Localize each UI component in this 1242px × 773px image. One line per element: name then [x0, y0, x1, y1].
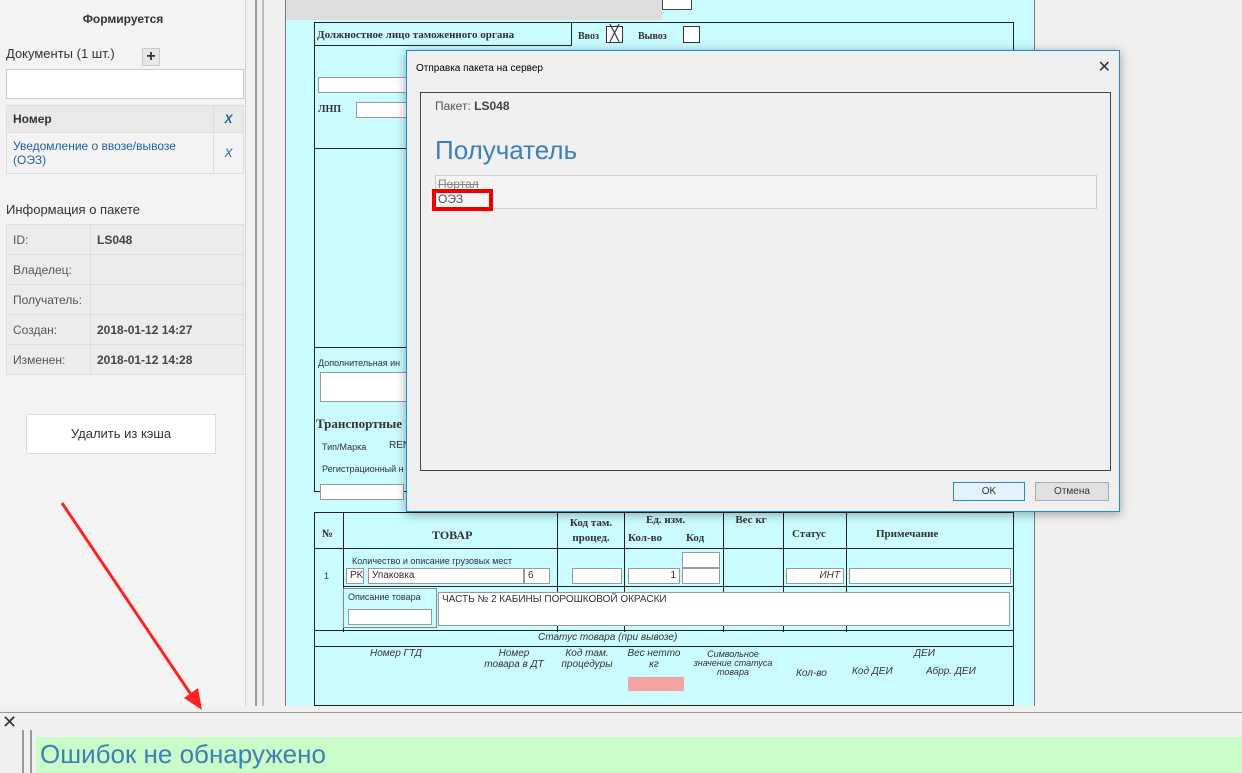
desc-label: Описание товара — [348, 592, 421, 602]
import-checkbox[interactable]: ╳ — [606, 26, 623, 43]
sub-dei-qty: Кол-во — [796, 668, 827, 679]
portal-field[interactable]: Портал ОЭЗ — [435, 175, 1097, 209]
col-goods: ТОВАР — [432, 528, 473, 542]
panel-gutter — [22, 730, 32, 773]
additional-label: Дополнительная ин — [318, 358, 401, 368]
recipient-heading: Получатель — [435, 135, 578, 165]
row-divider — [314, 548, 1014, 549]
lnp-input[interactable] — [356, 102, 408, 118]
row-divider — [343, 586, 1014, 587]
reg-input[interactable] — [320, 484, 404, 500]
col-note: Примечание — [876, 528, 939, 540]
transport-label: Транспортные — [316, 416, 403, 431]
documents-table: Номер X Уведомление о ввозе/вывозе (ОЭЗ)… — [6, 105, 244, 174]
sub-dei-abbr: Абрр. ДЕИ — [926, 666, 976, 677]
lnp-label: ЛНП — [318, 104, 342, 115]
remove-document-icon[interactable]: X — [213, 132, 244, 174]
sub-gtd: Номер ГТД — [370, 648, 422, 659]
col-weight: Вес кг — [735, 514, 767, 526]
export-status-label: Статус товара (при вывозе) — [538, 632, 678, 643]
form-top-strip — [286, 0, 662, 20]
package-status: Формируется — [82, 12, 164, 26]
validation-message: Ошибок не обнаружено — [40, 739, 326, 769]
official-label: Должностное лицо таможенного органа — [314, 22, 572, 46]
row-number: 1 — [324, 571, 330, 581]
import-label: Ввоз — [578, 31, 600, 42]
package-label: Пакет: — [435, 99, 471, 113]
sub-proc: Код там. процедуры — [561, 648, 613, 670]
proc-code-input[interactable] — [572, 568, 622, 584]
info-value — [90, 284, 244, 315]
remove-all-icon[interactable]: X — [213, 105, 244, 133]
col-no: № — [322, 528, 334, 540]
info-value: 2018-01-12 14:28 — [90, 344, 244, 375]
info-value: LS048 — [90, 224, 244, 255]
scroll-gutter — [262, 0, 264, 706]
export-checkbox[interactable] — [683, 26, 700, 43]
package-count-input[interactable]: 6 — [524, 568, 550, 584]
splitter[interactable] — [255, 0, 257, 706]
info-value: 2018-01-12 14:27 — [90, 314, 244, 345]
sub-net: Вес нетто кг — [627, 648, 681, 670]
qty-input[interactable]: 1 — [628, 568, 680, 584]
highlight-box — [432, 189, 493, 211]
official-name-input[interactable] — [318, 77, 408, 93]
package-kind-input[interactable]: Упаковка — [368, 568, 524, 584]
doc-number-header: Номер — [6, 105, 214, 133]
info-value — [90, 254, 244, 285]
additional-input[interactable] — [320, 372, 410, 402]
type-brand-label: Тип/Марка — [322, 442, 367, 452]
package-id: LS048 — [474, 99, 510, 113]
desc-input[interactable]: ЧАСТЬ № 2 КАБИНЫ ПОРОШКОВОЙ ОКРАСКИ — [438, 592, 1010, 626]
info-key: Изменен: — [6, 344, 91, 375]
package-info-heading: Информация о пакете — [6, 202, 140, 217]
dialog-title: Отправка пакета на сервер — [416, 63, 543, 74]
row-divider — [314, 630, 1014, 631]
export-label: Вывоз — [638, 31, 667, 42]
col-proc-code: Код там. процед. — [569, 517, 613, 544]
package-line: Пакет: LS048 — [435, 99, 510, 113]
col-unit: Ед. изм. — [646, 514, 686, 526]
documents-filter-input[interactable] — [6, 69, 244, 99]
send-package-dialog: Отправка пакета на сервер ✕ Пакет: LS048… — [406, 50, 1120, 512]
info-key: Создан: — [6, 314, 91, 345]
sub-symbol: Символьное значение статуса товара — [693, 649, 773, 677]
col-code: Код — [686, 532, 705, 544]
col-status: Статус — [792, 528, 826, 540]
cancel-button[interactable]: Отмена — [1035, 482, 1109, 501]
info-key: Получатель: — [6, 284, 91, 315]
info-key: Владелец: — [6, 254, 91, 285]
info-key: ID: — [6, 224, 91, 255]
delete-from-cache-button[interactable]: Удалить из кэша — [26, 414, 216, 454]
note-input[interactable] — [849, 568, 1011, 584]
unit-code-input[interactable] — [682, 568, 720, 584]
package-sidebar: Формируется Документы (1 шт.) + Номер X … — [0, 0, 246, 706]
dialog-content: Пакет: LS048 Получатель Портал ОЭЗ — [420, 92, 1111, 471]
ok-button[interactable]: OK — [953, 482, 1025, 501]
close-icon[interactable]: ✕ — [2, 712, 17, 733]
unit-code-input-top[interactable] — [682, 552, 720, 568]
reg-label: Регистрационный н — [322, 464, 404, 474]
form-top-box — [662, 0, 692, 10]
document-link[interactable]: Уведомление о ввозе/вывозе (ОЭЗ) — [13, 139, 176, 167]
sub-item-dt: Номер товара в ДТ — [484, 648, 544, 670]
validation-panel: ✕ Ошибок не обнаружено — [0, 712, 1242, 773]
net-weight-error-input[interactable] — [628, 677, 684, 691]
status-input[interactable]: ИНТ — [786, 568, 844, 584]
documents-label: Документы (1 шт.) — [6, 46, 115, 61]
package-kind-code[interactable]: PK — [346, 568, 364, 584]
places-label: Количество и описание грузовых мест — [352, 556, 513, 566]
row-divider — [314, 646, 1014, 647]
sub-dei-code: Код ДЕИ — [852, 666, 893, 677]
sub-dei: ДЕИ — [914, 648, 935, 659]
desc-code-input[interactable] — [348, 609, 432, 625]
panel-border — [0, 712, 1242, 713]
col-qty: Кол-во — [628, 532, 662, 544]
close-icon[interactable]: ✕ — [1098, 57, 1111, 77]
validation-result-bar: Ошибок не обнаружено — [36, 737, 1242, 773]
package-info-table: ID: LS048 Владелец: Получатель: Создан: 20… — [6, 224, 244, 375]
plus-icon[interactable]: + — [142, 48, 160, 66]
